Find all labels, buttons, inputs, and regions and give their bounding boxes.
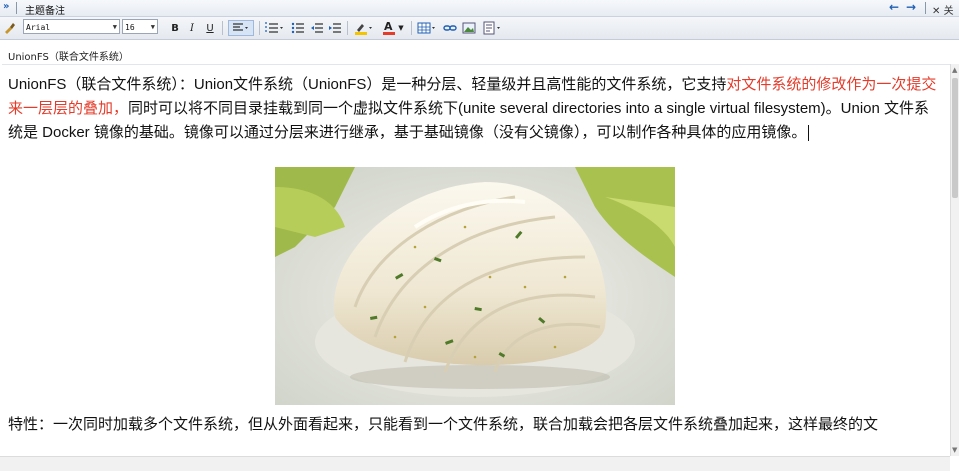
align-left-button[interactable] [228,20,254,36]
bold-button[interactable]: B [168,20,182,36]
panel-title: 主题备注 [25,6,65,17]
numbered-list-button[interactable] [263,20,287,36]
forward-arrow-icon[interactable]: → [906,0,916,14]
divider [347,21,348,35]
divider [259,21,260,35]
underline-button[interactable]: U [203,20,217,36]
format-toolbar: Arial ▼ 16 ▼ B I U A ▼ [0,17,959,40]
increase-indent-button[interactable] [327,20,343,36]
insert-object-button[interactable] [480,20,506,36]
close-icon: ✕ [932,6,941,17]
insert-link-icon[interactable] [442,20,458,36]
divider [411,21,412,35]
bulleted-list-button[interactable] [290,20,306,36]
scroll-down-icon[interactable]: ▼ [952,446,957,454]
font-family-value: Arial [26,23,51,32]
back-arrow-icon[interactable]: ← [889,0,899,14]
divider [16,2,17,14]
horizontal-scrollbar[interactable] [0,456,950,471]
chevron-down-icon: ▼ [398,24,404,32]
scroll-up-icon[interactable]: ▲ [952,66,957,74]
vertical-scrollbar[interactable]: ▲ ▼ [950,64,959,456]
insert-image-icon[interactable] [461,20,477,36]
italic-button[interactable]: I [185,20,199,36]
font-size-value: 16 [125,23,135,32]
font-color-swatch [383,32,395,35]
divider [222,21,223,35]
font-color-button[interactable]: A ▼ [380,20,406,36]
intro-text: UnionFS（联合文件系统）：Union文件系统（UnionFS）是一种分层、… [8,76,727,93]
insert-table-button[interactable] [416,20,440,36]
scroll-thumb[interactable] [952,78,958,198]
text-cursor [808,125,810,142]
note-editor[interactable]: UnionFS（联合文件系统）：Union文件系统（UnionFS）是一种分层、… [2,64,950,455]
expand-icon[interactable]: » [3,1,9,12]
intro-text-continued: 同时可以将不同目录挂载到同一个虚拟文件系统下(unite several dir… [8,100,930,141]
chevron-down-icon: ▼ [112,23,117,31]
embedded-image[interactable] [275,167,675,405]
divider [925,2,926,14]
decrease-indent-button[interactable] [309,20,325,36]
note-topic-label: UnionFS（联合文件系统） [8,52,129,63]
highlight-color-button[interactable] [352,20,378,36]
font-size-select[interactable]: 16 ▼ [122,19,158,34]
font-family-select[interactable]: Arial ▼ [23,19,120,34]
note-paragraph-intro: UnionFS（联合文件系统）：Union文件系统（UnionFS）是一种分层、… [8,73,943,145]
note-panel-titlebar: » 主题备注 ← → ✕ 关闭 [0,0,959,32]
format-painter-icon[interactable] [2,20,18,36]
chevron-down-icon: ▼ [150,23,155,31]
note-paragraph-features: 特性：一次同时加载多个文件系统，但从外面看起来，只能看到一个文件系统，联合加载会… [8,416,879,433]
